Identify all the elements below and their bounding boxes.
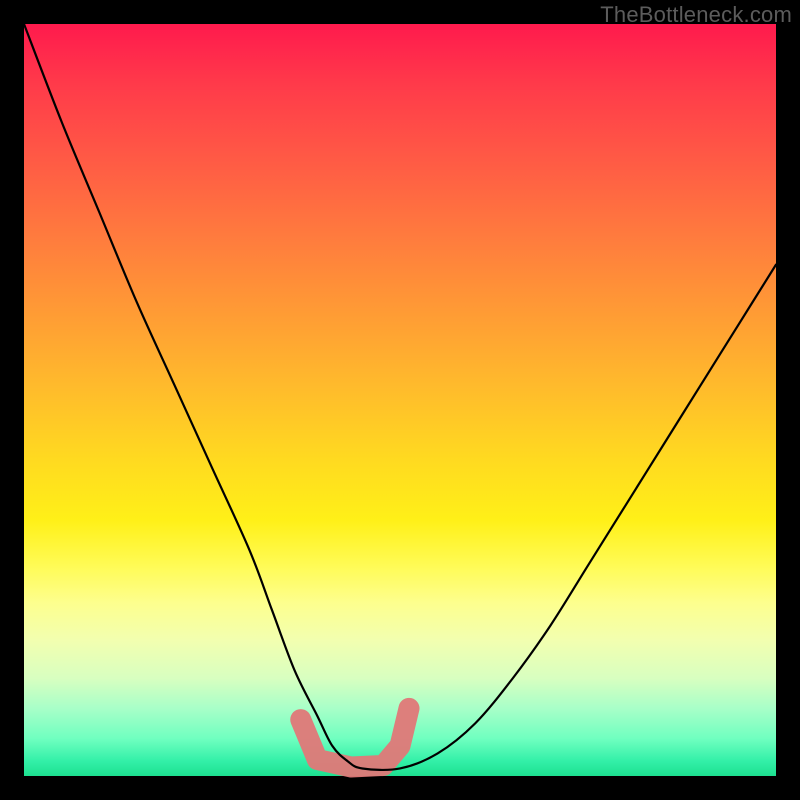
bottleneck-curve	[24, 24, 776, 770]
plot-area	[24, 24, 776, 776]
bottleneck-curve-svg	[24, 24, 776, 776]
watermark-text: TheBottleneck.com	[600, 2, 792, 28]
